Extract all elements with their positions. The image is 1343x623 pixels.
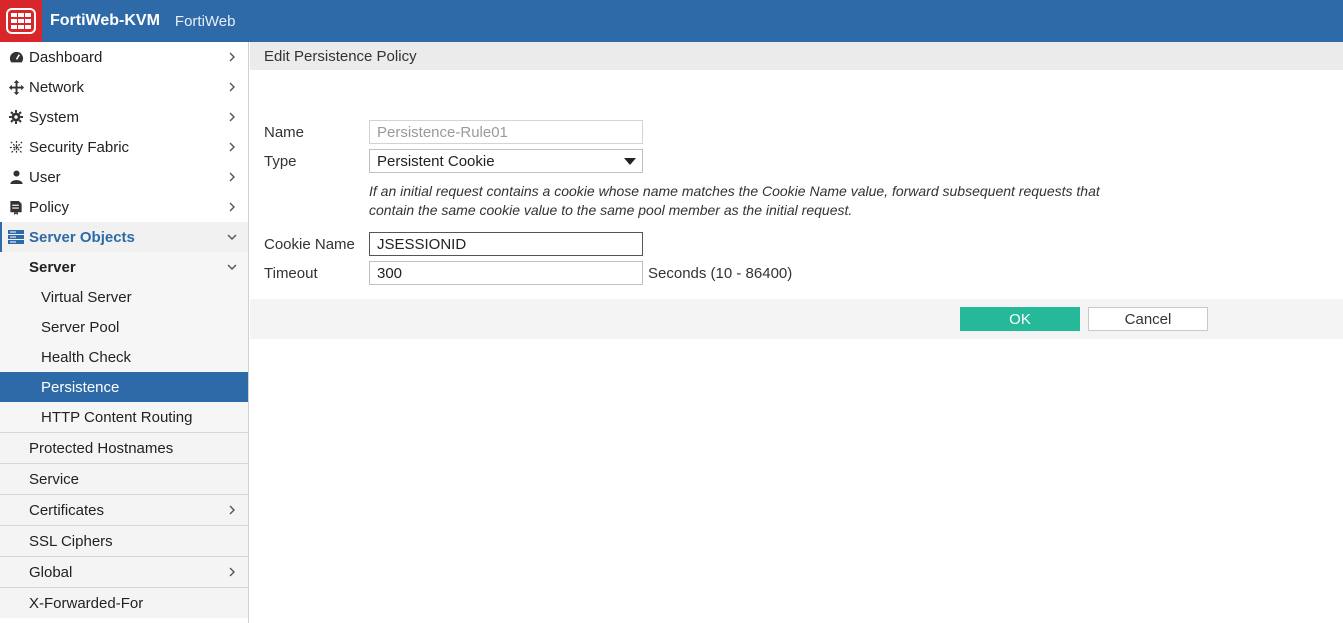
sidebar-item-label: SSL Ciphers bbox=[29, 532, 113, 550]
type-help-text: If an initial request contains a cookie … bbox=[369, 182, 1169, 220]
cookie-name-label: Cookie Name bbox=[264, 236, 355, 253]
sidebar-item-label: Server Pool bbox=[41, 318, 120, 336]
sidebar-item-label: Health Check bbox=[41, 348, 132, 366]
sidebar-item-label: Certificates bbox=[29, 501, 105, 519]
sidebar-item-label: Virtual Server bbox=[41, 288, 132, 306]
chevron-right-icon bbox=[229, 52, 235, 62]
sidebar-item-label: Service bbox=[29, 470, 80, 488]
sidebar-item-label: X-Forwarded-For bbox=[29, 594, 144, 612]
top-bar: FortiWeb-KVM FortiWeb bbox=[0, 0, 1343, 42]
sidebar-item-label: Protected Hostnames bbox=[29, 439, 174, 457]
sidebar-item-label: Policy bbox=[29, 198, 70, 216]
policy-icon bbox=[8, 199, 24, 215]
sidebar-item-label: HTTP Content Routing bbox=[41, 408, 193, 426]
sidebar: Dashboard Network System Security Fabric… bbox=[0, 42, 249, 623]
sidebar-item-label: System bbox=[29, 108, 80, 126]
name-field: Persistence-Rule01 bbox=[369, 120, 643, 144]
sidebar-item-system[interactable]: System bbox=[0, 102, 248, 132]
sidebar-item-http-content-routing[interactable]: HTTP Content Routing bbox=[0, 402, 248, 432]
sidebar-item-policy[interactable]: Policy bbox=[0, 192, 248, 222]
sidebar-item-virtual-server[interactable]: Virtual Server bbox=[0, 282, 248, 312]
app-subtitle: FortiWeb bbox=[174, 12, 236, 30]
sidebar-item-label: Global bbox=[29, 563, 73, 581]
dropdown-caret-icon bbox=[624, 158, 636, 165]
gear-icon bbox=[8, 109, 24, 125]
sidebar-item-server-pool[interactable]: Server Pool bbox=[0, 312, 248, 342]
sidebar-item-service[interactable]: Service bbox=[0, 463, 248, 494]
sidebar-item-label: Server bbox=[29, 258, 76, 276]
help-line-1: If an initial request contains a cookie … bbox=[369, 183, 1100, 199]
timeout-label: Timeout bbox=[264, 265, 318, 282]
sidebar-item-label: User bbox=[29, 168, 61, 186]
sidebar-item-persistence[interactable]: Persistence bbox=[0, 372, 248, 402]
sidebar-item-certificates[interactable]: Certificates bbox=[0, 494, 248, 525]
persistence-form: Name Persistence-Rule01 Type Persistent … bbox=[250, 70, 1343, 299]
sidebar-item-dashboard[interactable]: Dashboard bbox=[0, 42, 248, 72]
fortinet-logo-icon[interactable] bbox=[0, 0, 42, 42]
sidebar-item-x-forwarded-for[interactable]: X-Forwarded-For bbox=[0, 587, 248, 618]
type-value: Persistent Cookie bbox=[377, 152, 495, 170]
sidebar-item-user[interactable]: User bbox=[0, 162, 248, 192]
server-objects-icon bbox=[8, 229, 24, 245]
cancel-button[interactable]: Cancel bbox=[1088, 307, 1208, 331]
app-title: FortiWeb-KVM bbox=[50, 12, 160, 29]
chevron-right-icon bbox=[229, 172, 235, 182]
sidebar-item-health-check[interactable]: Health Check bbox=[0, 342, 248, 372]
chevron-right-icon bbox=[229, 202, 235, 212]
sidebar-item-label: Dashboard bbox=[29, 48, 103, 66]
sidebar-item-label: Network bbox=[29, 78, 85, 96]
chevron-right-icon bbox=[229, 82, 235, 92]
sidebar-item-ssl-ciphers[interactable]: SSL Ciphers bbox=[0, 525, 248, 556]
type-label: Type bbox=[264, 153, 297, 170]
network-icon bbox=[8, 79, 24, 95]
name-value: Persistence-Rule01 bbox=[377, 123, 508, 141]
sidebar-item-server[interactable]: Server bbox=[0, 252, 248, 282]
chevron-down-icon bbox=[227, 264, 237, 270]
security-fabric-icon bbox=[8, 139, 24, 155]
timeout-unit-hint: Seconds (10 - 86400) bbox=[648, 265, 793, 282]
sidebar-item-label: Security Fabric bbox=[29, 138, 130, 156]
user-icon bbox=[8, 169, 24, 185]
sidebar-item-label: Server Objects bbox=[29, 228, 135, 246]
sidebar-item-security-fabric[interactable]: Security Fabric bbox=[0, 132, 248, 162]
timeout-value: 300 bbox=[377, 264, 403, 282]
sidebar-item-protected-hostnames[interactable]: Protected Hostnames bbox=[0, 432, 248, 463]
sidebar-item-global[interactable]: Global bbox=[0, 556, 248, 587]
chevron-right-icon bbox=[229, 112, 235, 122]
ok-button[interactable]: OK bbox=[960, 307, 1080, 331]
cookie-name-value: JSESSIONID bbox=[377, 235, 467, 253]
type-select[interactable]: Persistent Cookie bbox=[369, 149, 643, 173]
sidebar-item-label: Persistence bbox=[41, 378, 120, 396]
main-panel: Edit Persistence Policy Name Persistence… bbox=[250, 42, 1343, 623]
cookie-name-field[interactable]: JSESSIONID bbox=[369, 232, 643, 256]
chevron-right-icon bbox=[229, 505, 235, 515]
chevron-right-icon bbox=[229, 567, 235, 577]
panel-title: Edit Persistence Policy bbox=[250, 42, 1343, 70]
name-label: Name bbox=[264, 124, 305, 141]
help-line-2: contain the same cookie value to the sam… bbox=[369, 202, 853, 218]
timeout-field[interactable]: 300 bbox=[369, 261, 643, 285]
sidebar-item-server-objects[interactable]: Server Objects bbox=[0, 222, 248, 252]
sidebar-item-network[interactable]: Network bbox=[0, 72, 248, 102]
form-footer: OK Cancel bbox=[250, 299, 1343, 339]
chevron-down-icon bbox=[227, 234, 237, 240]
chevron-right-icon bbox=[229, 142, 235, 152]
dashboard-icon bbox=[8, 49, 24, 65]
